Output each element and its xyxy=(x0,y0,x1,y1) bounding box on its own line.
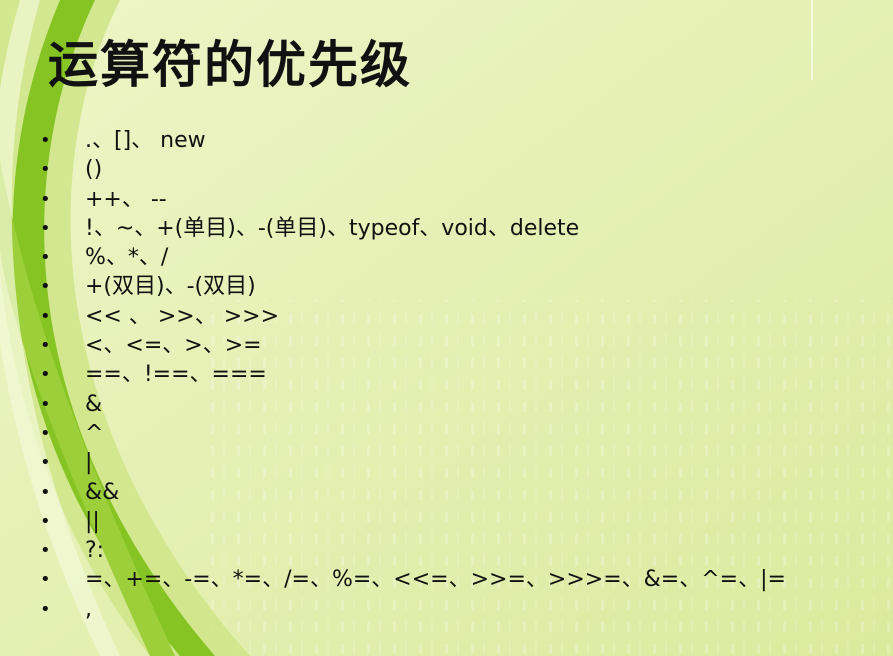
bullet-text: & xyxy=(85,391,103,417)
bullet-dot-icon: • xyxy=(40,510,51,532)
slide-title: 运算符的优先级 xyxy=(48,36,412,94)
bullet-text: () xyxy=(85,157,103,183)
bullet-dot-icon: • xyxy=(40,217,51,239)
bullet-text: !、~、+(单目)、-(单目)、typeof、void、delete xyxy=(85,215,580,241)
bullet-text: , xyxy=(85,596,92,622)
bullet-dot-icon: • xyxy=(40,159,51,181)
bullet-text: .、[]、 new xyxy=(85,128,206,153)
bullet-dot-icon: • xyxy=(40,305,51,327)
bullet-text: ++、 -- xyxy=(85,186,167,212)
bullet-dot-icon: • xyxy=(40,598,51,620)
bullet-dot-icon: • xyxy=(40,393,51,415)
bullet-dot-icon: • xyxy=(40,422,51,444)
bullet-text: && xyxy=(85,479,120,505)
bullet-dot-icon: • xyxy=(40,130,51,151)
bullet-dot-icon: • xyxy=(40,540,51,562)
bullet-text: <、<=、>、>= xyxy=(85,333,262,359)
bullet-dot-icon: • xyxy=(40,569,51,591)
bullet-text: ^ xyxy=(85,420,104,446)
bullet-dot-icon: • xyxy=(40,335,51,357)
bullet-text: +(双目)、-(双目) xyxy=(85,274,256,300)
bullet-text: | xyxy=(85,450,93,476)
bullet-dot-icon: • xyxy=(40,364,51,386)
slide: 运算符的优先级 • .、[]、 new • () • ++、 -- • !、~、+(单目)、-… xyxy=(0,0,893,656)
bullet-dot-icon: • xyxy=(40,452,51,474)
bullet-dot-icon: • xyxy=(40,276,51,298)
bullet-text: ==、!==、=== xyxy=(85,362,267,388)
bullet-dot-icon: • xyxy=(40,188,51,210)
bullet-text: || xyxy=(85,508,100,534)
bullet-text: ?: xyxy=(85,538,105,564)
bullet-text: << 、 >>、 >>> xyxy=(85,303,280,329)
bullet-dot-icon: • xyxy=(40,481,51,503)
bullet-dot-icon: • xyxy=(40,247,51,269)
bullet-text: =、+=、-=、*=、/=、%=、<<=、>>=、>>>=、&=、^=、|= xyxy=(85,567,786,593)
bullet-text: %、*、/ xyxy=(85,245,169,271)
